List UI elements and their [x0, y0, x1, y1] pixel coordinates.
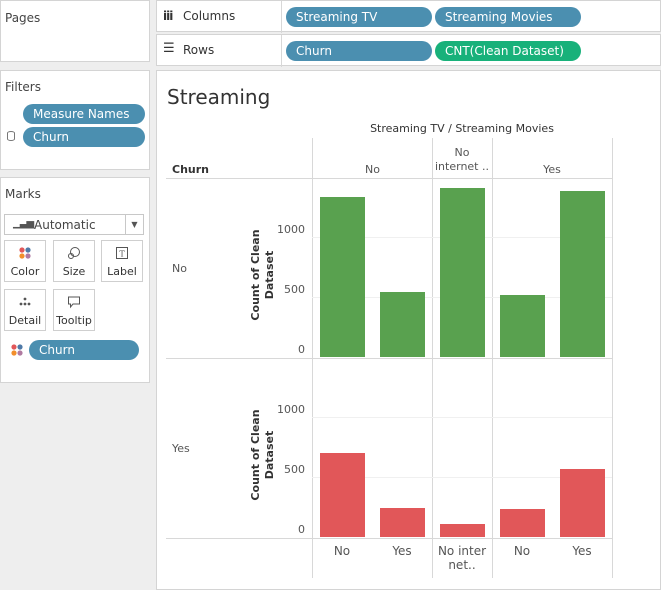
detail-button[interactable]: Detail	[4, 289, 46, 331]
dropdown-arrow: ▼	[125, 215, 143, 234]
header-separator	[166, 178, 612, 179]
size-button[interactable]: Size	[53, 240, 95, 282]
size-icon	[54, 246, 94, 264]
gridline	[312, 417, 612, 418]
movies-label: No	[513, 544, 531, 558]
size-label: Size	[62, 265, 86, 278]
bar-churn-no-2[interactable]	[439, 187, 485, 357]
filters-title: Filters	[5, 80, 41, 94]
label-label: Label	[107, 265, 137, 278]
column-header-title: Streaming TV / Streaming Movies	[370, 122, 554, 135]
tooltip-icon	[54, 295, 94, 313]
bar-churn-yes-2[interactable]	[439, 523, 485, 537]
bar-churn-no-3[interactable]	[499, 294, 545, 357]
marks-color-churn-pill[interactable]: Churn	[29, 340, 139, 360]
tooltip-button[interactable]: Tooltip	[53, 289, 95, 331]
axis-title-row-yes: Count of Clean Dataset	[249, 409, 276, 501]
pane-divider	[312, 138, 313, 578]
pill-streaming-movies[interactable]: Streaming Movies	[435, 7, 581, 27]
rows-shelf[interactable]: ☰ Rows Churn CNT(Clean Dataset)	[156, 34, 661, 67]
tv-header-yes: Yes	[543, 163, 561, 176]
color-button[interactable]: Color	[4, 240, 46, 282]
bar-churn-yes-1[interactable]	[379, 508, 425, 537]
pages-title: Pages	[5, 11, 41, 25]
movies-label: No inter net..	[437, 544, 487, 572]
bar-churn-no-0[interactable]	[319, 197, 365, 357]
pages-panel: Pages	[0, 0, 150, 62]
movies-label: Yes	[392, 544, 412, 558]
bar-churn-no-1[interactable]	[379, 292, 425, 357]
text-label-icon: T	[102, 246, 142, 264]
row-label-yes: Yes	[172, 442, 190, 455]
filter-churn[interactable]: Churn	[23, 127, 145, 147]
bar-churn-yes-4[interactable]	[559, 468, 605, 537]
tv-header-no: No	[365, 163, 380, 176]
marks-title: Marks	[5, 187, 41, 201]
columns-label: Columns	[183, 9, 236, 23]
pane-divider	[612, 138, 613, 578]
marks-panel: Marks ▁▃▅ Automatic ▼ Color Size T Label…	[0, 177, 150, 383]
movies-label: No	[333, 544, 351, 558]
mark-type-label: Automatic	[34, 218, 96, 232]
rows-label: Rows	[183, 43, 215, 57]
color-label: Color	[10, 265, 40, 278]
movies-label: Yes	[572, 544, 592, 558]
color-dots-icon	[10, 342, 24, 361]
rows-icon: ☰	[163, 41, 175, 56]
columns-shelf[interactable]: iii Columns Streaming TV Streaming Movie…	[156, 0, 661, 33]
columns-icon: iii	[163, 9, 173, 23]
pill-streaming-tv[interactable]: Streaming TV	[286, 7, 432, 27]
tooltip-label: Tooltip	[56, 314, 92, 327]
svg-text:T: T	[119, 250, 125, 259]
mark-type-dropdown[interactable]: ▁▃▅ Automatic ▼	[4, 214, 144, 235]
filters-panel: Filters Measure Names Churn	[0, 70, 150, 170]
bar-chart-icon: ▁▃▅	[13, 218, 34, 229]
pane-divider	[492, 138, 493, 578]
y-tick-label: 0	[298, 523, 305, 536]
row-header-title: Churn	[172, 163, 209, 176]
cylinder-icon	[7, 131, 15, 141]
detail-dots-icon	[5, 295, 45, 313]
tv-header-no-internet: No internet ..	[435, 146, 489, 173]
bottom-axis-line	[166, 538, 612, 539]
y-tick-label: 0	[298, 343, 305, 356]
bar-churn-no-4[interactable]	[559, 191, 605, 357]
bar-churn-yes-0[interactable]	[319, 453, 365, 537]
view-title: Streaming	[167, 85, 271, 109]
row-separator	[166, 358, 612, 359]
bar-churn-yes-3[interactable]	[499, 509, 545, 537]
label-button[interactable]: T Label	[101, 240, 143, 282]
row-label-no: No	[172, 262, 187, 275]
pane-divider	[432, 138, 433, 578]
color-dots-icon	[5, 246, 45, 264]
pill-churn[interactable]: Churn	[286, 41, 432, 61]
shelf-divider	[281, 1, 282, 33]
filter-measure-names[interactable]: Measure Names	[23, 104, 145, 124]
axis-title-row-no: Count of Clean Dataset	[249, 229, 276, 321]
detail-label: Detail	[8, 314, 42, 327]
pill-cnt-clean-dataset[interactable]: CNT(Clean Dataset)	[435, 41, 581, 61]
shelf-divider	[281, 35, 282, 67]
